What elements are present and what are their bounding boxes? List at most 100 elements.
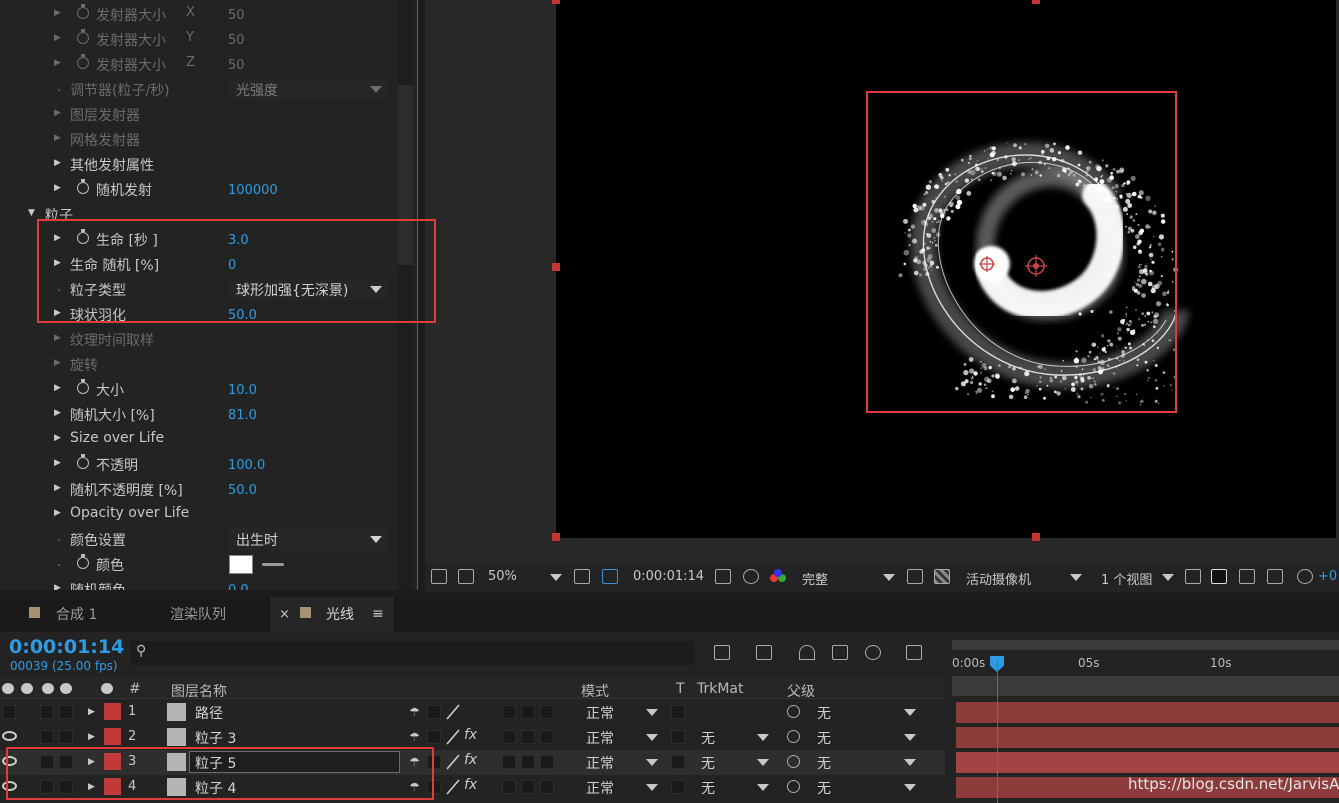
3d-layer-toggle[interactable]: [540, 780, 554, 794]
time-navigator[interactable]: [952, 640, 1339, 650]
layer-row[interactable]: ▶ 1 路径 ☂ 正常 无: [0, 700, 945, 725]
expand-arrow-icon[interactable]: ▶: [54, 483, 61, 493]
expand-arrow-icon[interactable]: ▶: [54, 583, 61, 590]
chevron-down-icon[interactable]: [904, 784, 916, 791]
property-value[interactable]: 50.0: [228, 483, 257, 498]
preserve-transparency-toggle[interactable]: [671, 730, 685, 744]
motion-blur-toggle[interactable]: [521, 705, 535, 719]
frame-blend-toggle[interactable]: [502, 730, 516, 744]
monitor-icon[interactable]: [458, 569, 474, 584]
expand-arrow-icon[interactable]: ▶: [54, 508, 61, 518]
3d-layer-toggle[interactable]: [540, 730, 554, 744]
expand-arrow-icon[interactable]: ▶: [54, 108, 61, 118]
canvas-handle-tl[interactable]: [552, 0, 560, 4]
preserve-transparency-toggle[interactable]: [671, 705, 685, 719]
property-row[interactable]: ▶ 随机发射 100000: [0, 177, 396, 202]
lock-toggle[interactable]: [59, 730, 73, 744]
motion-blur-icon[interactable]: [865, 645, 881, 660]
rgb-channels-icon[interactable]: [770, 569, 787, 584]
chevron-down-icon[interactable]: [757, 734, 769, 741]
property-row[interactable]: ▶ 随机大小 [%] 81.0: [0, 402, 396, 427]
blend-mode-select[interactable]: 正常: [586, 703, 614, 723]
tab-render-queue[interactable]: 渲染队列: [150, 597, 268, 632]
blend-mode-select[interactable]: 正常: [586, 728, 614, 748]
property-dropdown[interactable]: 光强度: [228, 78, 388, 100]
expand-arrow-icon[interactable]: ▶: [54, 333, 61, 343]
lock-toggle[interactable]: [59, 705, 73, 719]
close-icon[interactable]: ×: [279, 607, 290, 622]
tab-menu-icon[interactable]: ≡: [372, 606, 384, 622]
quality-slash-icon[interactable]: [446, 704, 460, 720]
pick-whip-icon[interactable]: [787, 730, 800, 743]
graph-editor-icon[interactable]: [906, 645, 922, 660]
chevron-down-icon[interactable]: [757, 784, 769, 791]
expand-arrow-icon[interactable]: ▶: [54, 58, 61, 68]
always-preview-icon[interactable]: [431, 569, 447, 584]
parent-select[interactable]: 无: [817, 778, 831, 798]
property-value[interactable]: 100.0: [228, 458, 265, 473]
trkmat-select[interactable]: 无: [701, 728, 715, 748]
chevron-down-icon[interactable]: [757, 759, 769, 766]
property-row[interactable]: ▶ 其他发射属性: [0, 152, 396, 177]
fx-icon[interactable]: fx: [464, 727, 477, 743]
pick-whip-icon[interactable]: [787, 780, 800, 793]
canvas-handle-ml[interactable]: [552, 263, 560, 271]
frame-blend-toggle[interactable]: [502, 705, 516, 719]
expand-arrow-icon[interactable]: ▶: [54, 433, 61, 443]
column-header-layer_name[interactable]: 图层名称: [171, 681, 227, 701]
property-row[interactable]: ▶ 旋转: [0, 352, 396, 377]
speaker-icon[interactable]: [21, 683, 33, 694]
layer-label-color[interactable]: [104, 728, 121, 745]
fx-icon[interactable]: fx: [464, 752, 477, 768]
property-row[interactable]: ▶ 随机颜色 0.0: [0, 577, 396, 590]
property-row[interactable]: ▶ 纹理时间取样: [0, 327, 396, 352]
layer-name[interactable]: 粒子 3: [195, 728, 236, 748]
property-value[interactable]: 50: [228, 33, 245, 48]
chevron-down-icon[interactable]: [904, 709, 916, 716]
property-row[interactable]: ▶ 发射器大小 Z 50: [0, 52, 396, 77]
property-row[interactable]: ▶ 图层发射器: [0, 102, 396, 127]
fast-previews-icon[interactable]: [907, 569, 923, 584]
visibility-eye-icon[interactable]: [2, 731, 17, 741]
flowchart-icon[interactable]: [1267, 569, 1283, 584]
layer-duration-bar[interactable]: [956, 702, 1339, 723]
solo-icon[interactable]: [42, 683, 54, 694]
motion-blur-toggle[interactable]: [521, 730, 535, 744]
draft-3d-icon[interactable]: [756, 645, 772, 660]
snapshot-camera-icon[interactable]: [715, 569, 731, 584]
property-row[interactable]: ▶ 大小 10.0: [0, 377, 396, 402]
stopwatch-icon[interactable]: [77, 554, 89, 569]
views-select[interactable]: 1 个视图: [1101, 569, 1152, 588]
chevron-down-icon[interactable]: [646, 784, 658, 791]
blend-mode-select[interactable]: 正常: [586, 778, 614, 798]
fx-icon[interactable]: fx: [464, 777, 477, 793]
solo-toggle[interactable]: [40, 705, 54, 719]
preserve-transparency-toggle[interactable]: [671, 755, 685, 769]
pick-whip-icon[interactable]: [787, 755, 800, 768]
color-swatch[interactable]: [229, 555, 253, 574]
column-header-t[interactable]: T: [676, 681, 685, 697]
quality-slash-icon[interactable]: [446, 729, 460, 745]
property-value[interactable]: 0.0: [228, 583, 249, 590]
zoom-level[interactable]: 50%: [488, 569, 517, 584]
quality-slash-icon[interactable]: [446, 779, 460, 795]
property-value[interactable]: 10.0: [228, 383, 257, 398]
property-row[interactable]: ▶ Opacity over Life: [0, 502, 396, 527]
time-ruler[interactable]: 0:00s 05s 10s: [952, 652, 1339, 676]
frame-blending-icon[interactable]: [832, 645, 848, 660]
expand-arrow-icon[interactable]: ▶: [54, 383, 61, 393]
label-icon[interactable]: [101, 683, 113, 694]
collapse-toggle[interactable]: [427, 705, 441, 719]
eyedropper-icon[interactable]: [262, 563, 284, 566]
canvas-handle-bc[interactable]: [1032, 533, 1040, 541]
3d-layer-toggle[interactable]: [540, 705, 554, 719]
frame-blend-toggle[interactable]: [502, 755, 516, 769]
exposure-icon[interactable]: [1297, 569, 1313, 584]
frame-blend-toggle[interactable]: [502, 780, 516, 794]
layer-duration-bar[interactable]: [956, 752, 1339, 773]
stopwatch-icon[interactable]: [77, 179, 89, 194]
property-dropdown[interactable]: 出生时: [228, 528, 388, 550]
solo-toggle[interactable]: [40, 730, 54, 744]
property-row[interactable]: 颜色设置 出生时: [0, 527, 396, 552]
property-row[interactable]: ▶ 发射器大小 Y 50: [0, 27, 396, 52]
